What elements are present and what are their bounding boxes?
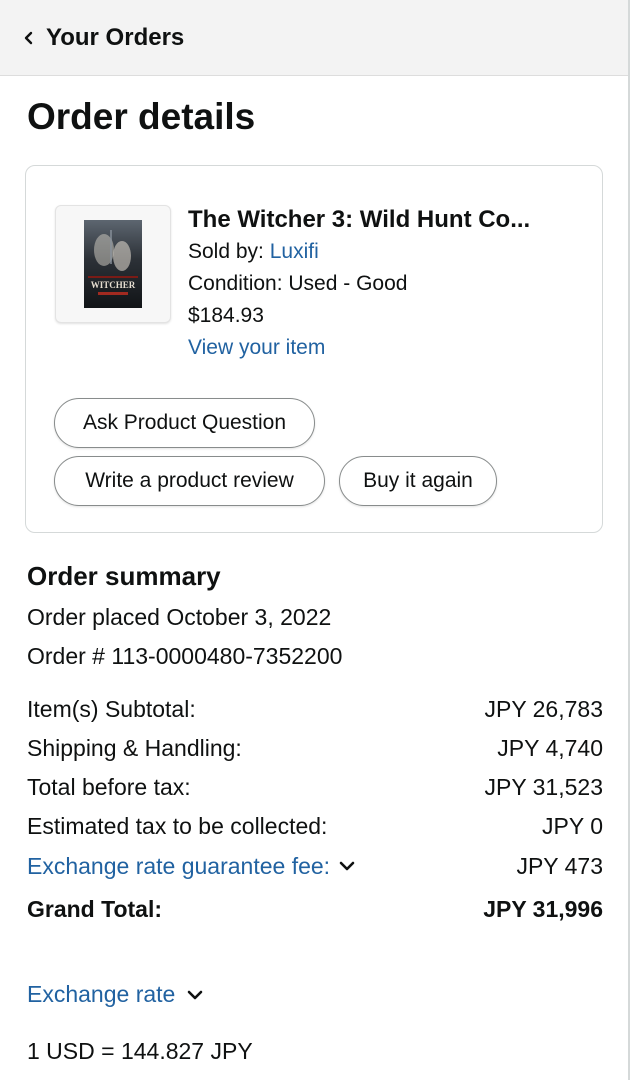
item-title[interactable]: The Witcher 3: Wild Hunt Co...: [188, 204, 530, 236]
item-price: $184.93: [188, 304, 264, 327]
seller-link[interactable]: Luxifi: [270, 240, 319, 263]
row-value: JPY 26,783: [484, 695, 603, 722]
write-review-button[interactable]: Write a product review: [54, 456, 325, 506]
cover-title-text: WITCHER: [91, 280, 136, 290]
summary-row-subtotal: Item(s) Subtotal: JPY 26,783: [27, 693, 603, 725]
summary-row-grand-total: Grand Total: JPY 31,996: [27, 893, 603, 925]
item-info: The Witcher 3: Wild Hunt Co... Sold by: …: [188, 204, 530, 364]
view-item-link[interactable]: View your item: [188, 332, 530, 364]
sold-by-line: Sold by: Luxifi: [188, 236, 530, 268]
page-title: Order details: [27, 96, 256, 137]
chevron-down-icon: [339, 861, 355, 871]
row-value: JPY 31,523: [484, 773, 603, 800]
item-condition: Condition: Used - Good: [188, 272, 408, 295]
sold-by-label: Sold by:: [188, 240, 270, 263]
chevron-down-icon: [188, 990, 203, 999]
order-placed-date: Order placed October 3, 2022: [27, 604, 332, 630]
exchange-rate-toggle[interactable]: Exchange rate: [27, 981, 203, 1008]
row-label: Exchange rate guarantee fee:: [27, 852, 331, 879]
order-summary-heading: Order summary: [27, 561, 221, 591]
summary-row-tax: Estimated tax to be collected: JPY 0: [27, 810, 603, 842]
row-value: JPY 473: [516, 852, 603, 879]
exchange-fee-toggle[interactable]: Exchange rate guarantee fee:: [27, 853, 355, 880]
order-number: Order # 113-0000480-7352200: [27, 643, 343, 669]
row-label: Grand Total:: [27, 895, 163, 922]
row-label: Item(s) Subtotal:: [27, 695, 196, 722]
row-label: Total before tax:: [27, 773, 191, 800]
ask-product-question-button[interactable]: Ask Product Question: [54, 398, 315, 448]
product-thumbnail[interactable]: WITCHER: [55, 205, 171, 323]
summary-row-before-tax: Total before tax: JPY 31,523: [27, 771, 603, 803]
back-label: Your Orders: [46, 23, 185, 51]
summary-row-shipping: Shipping & Handling: JPY 4,740: [27, 732, 603, 764]
summary-row-exchange-fee: Exchange rate guarantee fee: JPY 473: [27, 850, 603, 882]
row-label: Estimated tax to be collected:: [27, 812, 328, 839]
row-value: JPY 0: [542, 812, 603, 839]
order-item-card: WITCHER The Witcher 3: Wild Hunt Co... S…: [25, 165, 603, 533]
row-value: JPY 31,996: [483, 895, 603, 922]
buy-again-button[interactable]: Buy it again: [339, 456, 497, 506]
chevron-left-icon: [24, 31, 33, 44]
exchange-rate-value: 1 USD = 144.827 JPY: [27, 1038, 253, 1064]
row-label: Shipping & Handling:: [27, 734, 242, 761]
row-value: JPY 4,740: [497, 734, 603, 761]
back-to-orders-link[interactable]: Your Orders: [22, 24, 184, 52]
top-nav-bar: Your Orders: [0, 0, 628, 76]
game-cover-image: WITCHER: [84, 220, 142, 308]
exchange-rate-label: Exchange rate: [27, 981, 176, 1007]
